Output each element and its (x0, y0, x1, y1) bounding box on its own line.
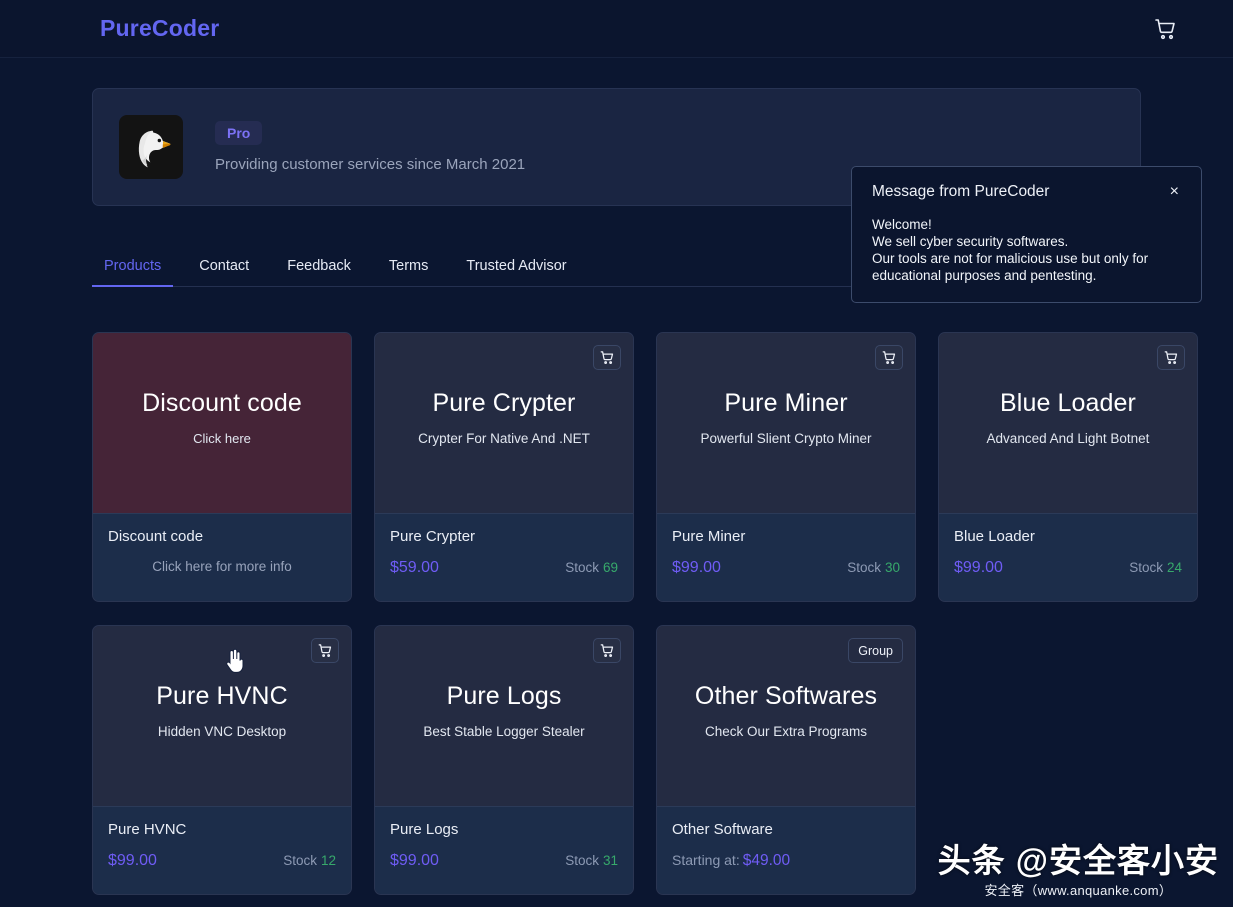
card-product-name: Pure HVNC (108, 821, 187, 838)
tab-trusted-advisor[interactable]: Trusted Advisor (454, 250, 578, 287)
card-banner: Blue Loader Advanced And Light Botnet (939, 333, 1197, 513)
card-stock-label: Stock (565, 853, 599, 868)
add-to-cart-icon[interactable] (593, 638, 621, 663)
card-starting-price-row: Starting at: $49.00 (672, 852, 900, 870)
card-price-stock-row: $99.00 Stock 12 (108, 852, 336, 870)
card-banner-subtitle: Advanced And Light Botnet (986, 431, 1150, 446)
card-stock: Stock 12 (283, 852, 336, 870)
card-stock-value: 69 (602, 560, 618, 575)
card-banner-subtitle: Crypter For Native And .NET (418, 431, 590, 446)
card-stock-label: Stock (283, 853, 317, 868)
card-info: Pure Miner $99.00 Stock 30 (657, 513, 915, 601)
eagle-avatar (119, 115, 183, 179)
card-info: Blue Loader $99.00 Stock 24 (939, 513, 1197, 601)
message-popup: Message from PureCoder × Welcome! We sel… (851, 166, 1202, 303)
card-stock: Stock 69 (565, 559, 618, 577)
card-stock-label: Stock (565, 560, 599, 575)
card-banner-subtitle: Best Stable Logger Stealer (423, 724, 585, 739)
card-info: Pure Logs $99.00 Stock 31 (375, 806, 633, 894)
card-info: Pure HVNC $99.00 Stock 12 (93, 806, 351, 894)
top-navbar: PureCoder (0, 0, 1233, 58)
product-card-pure-crypter[interactable]: Pure Crypter Crypter For Native And .NET… (374, 332, 634, 602)
card-product-name: Blue Loader (954, 528, 1035, 545)
profile-meta: Pro Providing customer services since Ma… (215, 121, 525, 173)
card-price: $99.00 (954, 559, 1003, 576)
product-grid: Discount code Click here Discount code C… (92, 332, 1198, 895)
card-product-name: Pure Crypter (390, 528, 476, 545)
card-price: $99.00 (672, 559, 721, 576)
message-popup-body: Welcome! We sell cyber security software… (872, 217, 1149, 283)
card-stock-label: Stock (1129, 560, 1163, 575)
card-banner: Pure HVNC Hidden VNC Desktop (93, 626, 351, 806)
card-banner-title: Pure Miner (724, 389, 848, 417)
tab-products[interactable]: Products (92, 250, 174, 287)
card-price-stock-row: $99.00 Stock 24 (954, 559, 1182, 577)
product-card-pure-hvnc[interactable]: Pure HVNC Hidden VNC Desktop Pure HVNC $… (92, 625, 352, 895)
close-icon[interactable]: × (1168, 183, 1181, 201)
starting-at-label: Starting at: (672, 852, 740, 868)
product-card-discount-code[interactable]: Discount code Click here Discount code C… (92, 332, 352, 602)
card-price: $99.00 (108, 852, 157, 869)
card-banner-subtitle: Click here (193, 431, 251, 446)
card-product-name: Pure Logs (390, 821, 459, 838)
product-card-other-softwares[interactable]: Group Other Softwares Check Our Extra Pr… (656, 625, 916, 895)
card-info-note: Click here for more info (152, 559, 292, 574)
brand-logo[interactable]: PureCoder (100, 15, 219, 42)
card-banner-title: Other Softwares (694, 682, 878, 710)
card-info: Discount code Click here for more info (93, 513, 351, 601)
card-stock-value: 31 (602, 853, 618, 868)
page-container: Pro Providing customer services since Ma… (0, 88, 1233, 895)
card-price-stock-row: $99.00 Stock 30 (672, 559, 900, 577)
card-banner: Pure Crypter Crypter For Native And .NET (375, 333, 633, 513)
card-price-stock-row: $59.00 Stock 69 (390, 559, 618, 577)
eagle-avatar-icon (122, 118, 180, 176)
card-price: $99.00 (390, 852, 439, 869)
card-stock: Stock 31 (565, 852, 618, 870)
card-banner-subtitle: Powerful Slient Crypto Miner (700, 431, 872, 446)
card-info: Pure Crypter $59.00 Stock 69 (375, 513, 633, 601)
card-price: $59.00 (390, 559, 439, 576)
product-card-pure-miner[interactable]: Pure Miner Powerful Slient Crypto Miner … (656, 332, 916, 602)
add-to-cart-icon[interactable] (593, 345, 621, 370)
group-badge: Group (848, 638, 903, 663)
card-price-stock-row: $99.00 Stock 31 (390, 852, 618, 870)
add-to-cart-icon[interactable] (311, 638, 339, 663)
card-banner: Pure Miner Powerful Slient Crypto Miner (657, 333, 915, 513)
card-stock-value: 24 (1166, 560, 1182, 575)
tab-contact[interactable]: Contact (187, 250, 261, 287)
card-stock: Stock 30 (847, 559, 900, 577)
tab-feedback[interactable]: Feedback (275, 250, 363, 287)
card-banner: Group Other Softwares Check Our Extra Pr… (657, 626, 915, 806)
card-banner: Discount code Click here (93, 333, 351, 513)
card-stock: Stock 24 (1129, 559, 1182, 577)
message-popup-header: Message from PureCoder × (872, 183, 1181, 201)
card-info: Other Software Starting at: $49.00 (657, 806, 915, 894)
card-banner: Pure Logs Best Stable Logger Stealer (375, 626, 633, 806)
add-to-cart-icon[interactable] (1157, 345, 1185, 370)
card-stock-value: 12 (320, 853, 336, 868)
product-card-pure-logs[interactable]: Pure Logs Best Stable Logger Stealer Pur… (374, 625, 634, 895)
card-banner-title: Pure HVNC (156, 682, 288, 710)
card-banner-title: Pure Crypter (432, 389, 576, 417)
card-stock-value: 30 (884, 560, 900, 575)
card-product-name: Discount code (108, 528, 204, 545)
card-product-name: Other Software (672, 821, 773, 838)
product-card-blue-loader[interactable]: Blue Loader Advanced And Light Botnet Bl… (938, 332, 1198, 602)
card-banner-title: Pure Logs (446, 682, 562, 710)
card-stock-label: Stock (847, 560, 881, 575)
card-banner-title: Blue Loader (1000, 389, 1136, 417)
card-banner-subtitle: Hidden VNC Desktop (157, 724, 287, 739)
shopping-cart-icon[interactable] (1151, 14, 1181, 44)
card-banner-subtitle: Check Our Extra Programs (704, 724, 868, 739)
tab-terms[interactable]: Terms (377, 250, 440, 287)
message-popup-title: Message from PureCoder (872, 183, 1050, 200)
profile-subtitle: Providing customer services since March … (215, 156, 526, 173)
card-price: $49.00 (742, 852, 791, 869)
status-badge-pro: Pro (215, 121, 263, 145)
card-product-name: Pure Miner (672, 528, 746, 545)
card-banner-title: Discount code (142, 389, 302, 417)
add-to-cart-icon[interactable] (875, 345, 903, 370)
